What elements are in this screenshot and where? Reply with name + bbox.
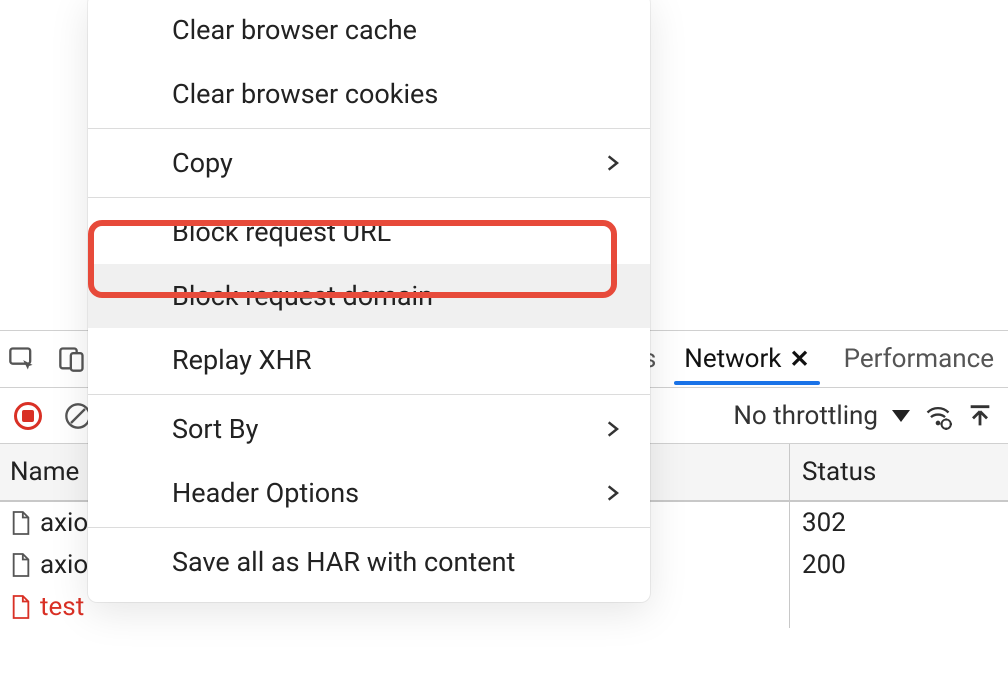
request-status: [790, 586, 1008, 628]
menu-item-label: Block request URL: [172, 216, 391, 248]
menu-item-clear-cookies[interactable]: Clear browser cookies: [88, 62, 650, 126]
menu-item-label: Block request domain: [172, 280, 433, 312]
menu-item-clear-cache[interactable]: Clear browser cache: [88, 0, 650, 62]
chevron-right-icon: [602, 153, 622, 173]
menu-item-block-url[interactable]: Block request URL: [88, 200, 650, 264]
menu-item-header-options[interactable]: Header Options: [88, 461, 650, 525]
file-icon: [10, 510, 32, 536]
context-menu: Clear browser cache Clear browser cookie…: [88, 0, 650, 602]
menu-item-block-domain[interactable]: Block request domain: [88, 264, 650, 328]
menu-separator: [88, 527, 650, 528]
tab-performance-label: Performance: [844, 344, 994, 374]
menu-item-label: Clear browser cookies: [172, 78, 438, 110]
upload-icon[interactable]: [966, 402, 994, 430]
file-icon: [10, 594, 32, 620]
menu-separator: [88, 394, 650, 395]
wifi-settings-icon[interactable]: [924, 402, 952, 430]
column-header-status[interactable]: Status: [790, 444, 1008, 500]
request-name: test: [40, 592, 84, 622]
inspect-icon[interactable]: [8, 345, 36, 373]
chevron-right-icon: [602, 419, 622, 439]
menu-item-label: Save all as HAR with content: [172, 546, 515, 578]
file-icon: [10, 552, 32, 578]
menu-item-label: Sort By: [172, 413, 258, 445]
tab-performance[interactable]: Performance: [838, 338, 1000, 380]
chevron-down-icon[interactable]: [892, 410, 910, 422]
menu-separator: [88, 197, 650, 198]
device-toggle-icon[interactable]: [58, 345, 86, 373]
throttling-label[interactable]: No throttling: [733, 401, 878, 431]
record-button[interactable]: [14, 402, 42, 430]
menu-item-label: Header Options: [172, 477, 359, 509]
tab-network-label: Network: [684, 344, 781, 374]
request-status: 200: [790, 544, 1008, 586]
request-status: 302: [790, 502, 1008, 544]
request-name: axio: [40, 508, 88, 538]
menu-item-replay-xhr[interactable]: Replay XHR: [88, 328, 650, 392]
menu-item-sort-by[interactable]: Sort By: [88, 397, 650, 461]
request-name: axio: [40, 550, 88, 580]
close-icon[interactable]: ✕: [789, 345, 809, 373]
menu-separator: [88, 128, 650, 129]
menu-item-save-har[interactable]: Save all as HAR with content: [88, 530, 650, 594]
chevron-right-icon: [602, 483, 622, 503]
menu-item-label: Replay XHR: [172, 344, 311, 376]
menu-item-label: Copy: [172, 147, 233, 179]
menu-item-copy[interactable]: Copy: [88, 131, 650, 195]
tab-network[interactable]: Network ✕: [678, 338, 815, 380]
menu-item-label: Clear browser cache: [172, 14, 417, 46]
